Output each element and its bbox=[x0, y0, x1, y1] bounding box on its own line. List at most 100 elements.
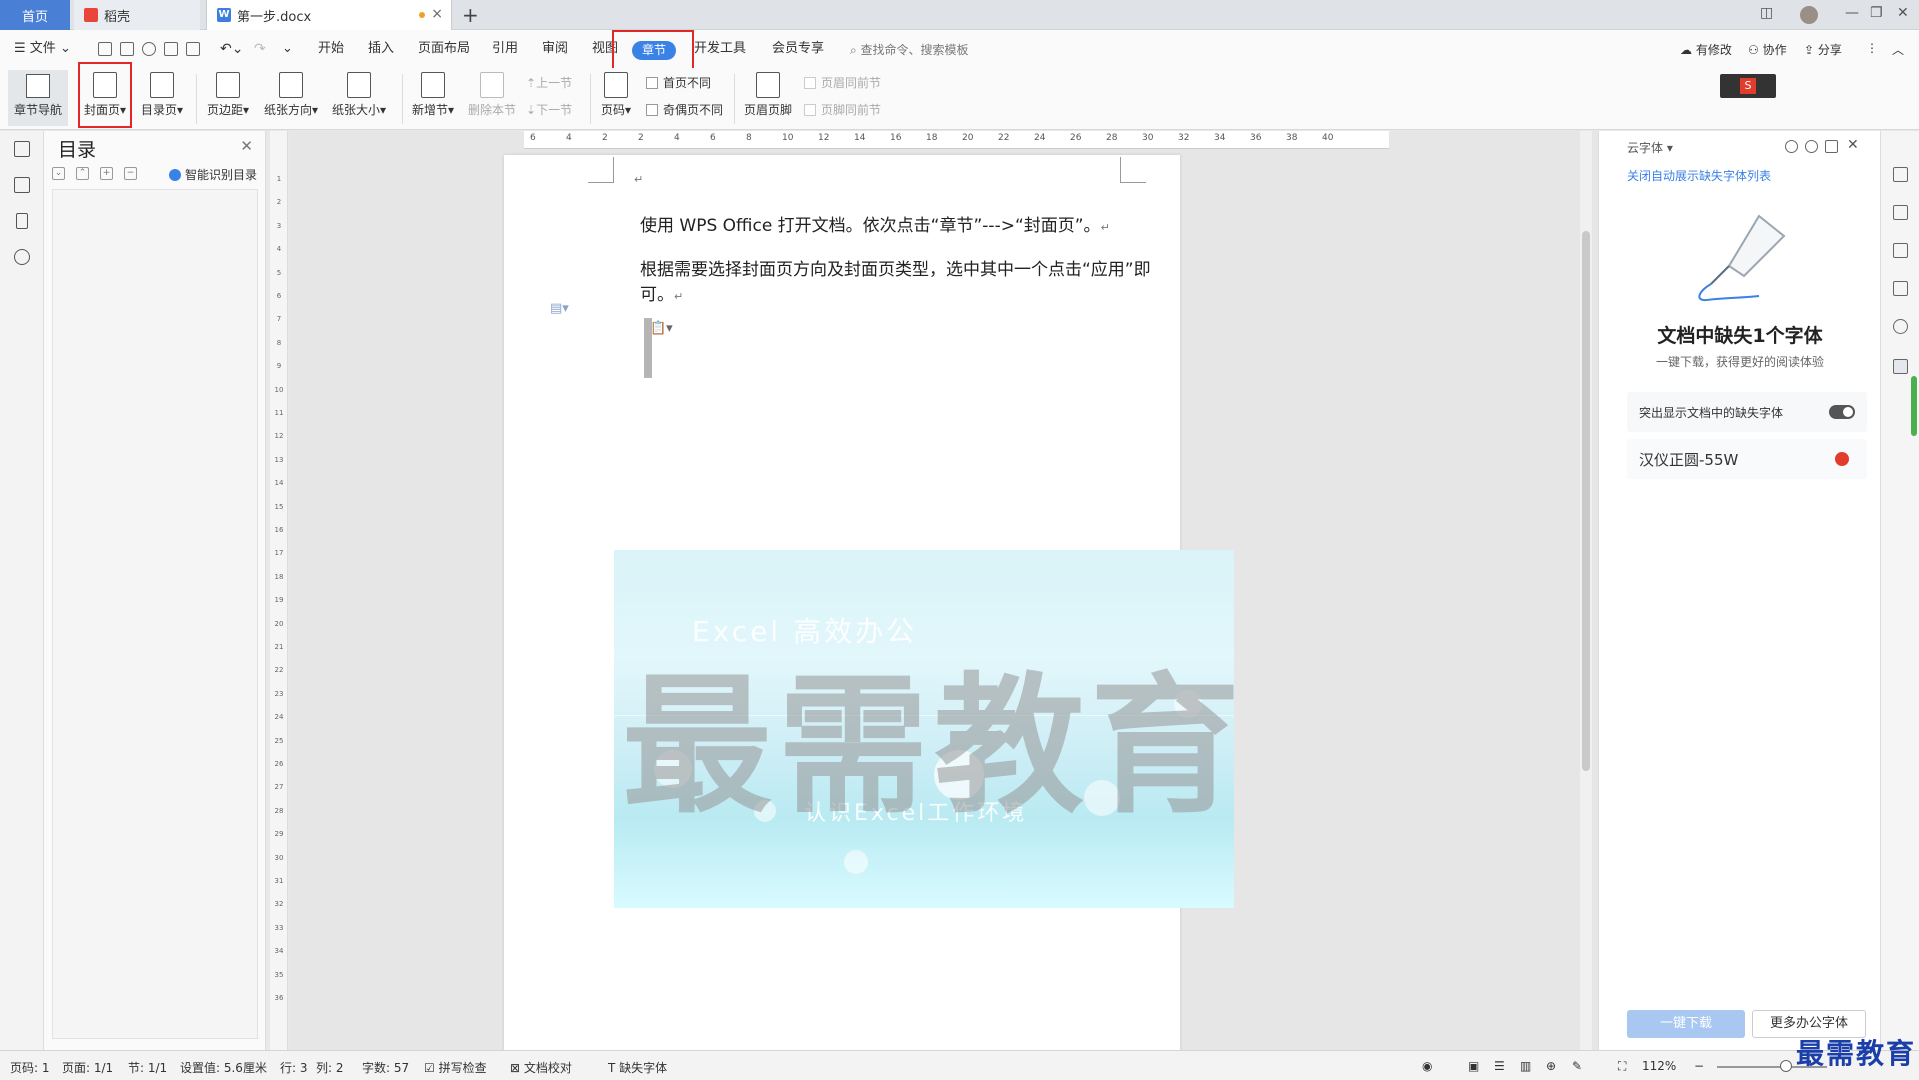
menu-start[interactable]: 开始 bbox=[318, 30, 344, 68]
new-section-button[interactable]: 新增节▾ bbox=[408, 70, 458, 118]
delete-section-button[interactable]: 删除本节 bbox=[464, 70, 520, 118]
status-row[interactable]: 行: 3 bbox=[280, 1059, 308, 1076]
gear-icon[interactable] bbox=[1805, 140, 1818, 153]
add-level-icon[interactable]: + bbox=[100, 167, 113, 180]
first-page-different-checkbox[interactable]: 首页不同 bbox=[646, 74, 711, 91]
restore-icon[interactable]: ❐ bbox=[1870, 5, 1883, 21]
avatar[interactable] bbox=[1800, 6, 1818, 24]
odd-even-different-checkbox[interactable]: 奇偶页不同 bbox=[646, 101, 723, 118]
chapter-nav-button[interactable]: 章节导航 bbox=[8, 70, 68, 126]
orientation-button[interactable]: 纸张方向▾ bbox=[260, 70, 322, 118]
zoom-level[interactable]: 112% bbox=[1642, 1059, 1676, 1073]
window-layout-icon[interactable]: ◫ bbox=[1760, 5, 1773, 21]
export-icon[interactable] bbox=[142, 42, 156, 56]
close-window-icon[interactable]: ✕ bbox=[1897, 5, 1909, 21]
menu-page-layout[interactable]: 页面布局 bbox=[418, 30, 470, 68]
pen-icon[interactable] bbox=[1893, 205, 1908, 220]
toc-panel-icon[interactable] bbox=[14, 141, 30, 157]
web-view-icon[interactable]: ⊕ bbox=[1546, 1059, 1556, 1073]
menu-insert[interactable]: 插入 bbox=[368, 30, 394, 68]
menu-references[interactable]: 引用 bbox=[492, 30, 518, 68]
font-download-icon[interactable] bbox=[1835, 452, 1849, 466]
outline-view-icon[interactable]: ☰ bbox=[1494, 1059, 1505, 1073]
download-all-button[interactable]: 一键下载 bbox=[1627, 1010, 1745, 1038]
status-col[interactable]: 列: 2 bbox=[316, 1059, 344, 1076]
chapter-panel-icon[interactable] bbox=[14, 177, 30, 193]
paper-size-button[interactable]: 纸张大小▾ bbox=[328, 70, 390, 118]
status-page-code[interactable]: 页码: 1 bbox=[10, 1059, 50, 1076]
tab-home[interactable]: 首页 bbox=[0, 0, 70, 30]
tab-daoke[interactable]: 稻壳 bbox=[74, 0, 200, 30]
document-page[interactable]: ↵ 使用 WPS Office 打开文档。依次点击“章节”--->“封面页”。↵… bbox=[504, 155, 1240, 1050]
page-number-button[interactable]: 页码▾ bbox=[596, 70, 636, 118]
expand-down-icon[interactable]: ⌄ bbox=[52, 167, 65, 180]
style-icon[interactable] bbox=[1893, 167, 1908, 182]
scrollbar-thumb[interactable] bbox=[1582, 231, 1590, 771]
collapse-ribbon-icon[interactable]: ︿ bbox=[1892, 41, 1904, 58]
remove-level-icon[interactable]: − bbox=[124, 167, 137, 180]
search-icon[interactable] bbox=[14, 249, 30, 265]
close-icon[interactable]: ✕ bbox=[240, 137, 253, 155]
paragraph-1[interactable]: 使用 WPS Office 打开文档。依次点击“章节”--->“封面页”。↵ bbox=[640, 211, 1110, 236]
print-icon[interactable] bbox=[164, 42, 178, 56]
minimize-icon[interactable]: — bbox=[1845, 5, 1859, 21]
status-pages[interactable]: 页面: 1/1 bbox=[62, 1059, 113, 1076]
menu-vip[interactable]: 会员专享 bbox=[772, 30, 824, 68]
command-search[interactable]: ⌕ 查找命令、搜索模板 bbox=[850, 41, 969, 58]
tab-document[interactable]: W 第一步.docx × bbox=[206, 0, 452, 30]
print-preview-icon[interactable] bbox=[186, 42, 200, 56]
cloud-font-title[interactable]: 云字体 ▾ bbox=[1627, 139, 1673, 156]
select-cursor-icon[interactable] bbox=[1893, 243, 1908, 258]
new-tab-icon[interactable]: + bbox=[462, 3, 479, 27]
reading-view-icon[interactable]: ▥ bbox=[1520, 1059, 1531, 1073]
input-method-icon[interactable]: S bbox=[1720, 74, 1776, 98]
page-view-icon[interactable]: ▣ bbox=[1468, 1059, 1479, 1073]
paragraph-options-icon[interactable]: ▤▾ bbox=[550, 301, 569, 316]
smart-toc-button[interactable]: 智能识别目录 bbox=[168, 166, 257, 183]
quick-access-dropdown-icon[interactable]: ⌄ bbox=[282, 30, 293, 68]
zoom-out-icon[interactable]: − bbox=[1694, 1059, 1704, 1073]
zoom-slider-knob[interactable] bbox=[1780, 1060, 1792, 1072]
paste-options-icon[interactable]: 📋▾ bbox=[650, 321, 673, 336]
share-button[interactable]: ⇪ 分享 bbox=[1804, 41, 1842, 58]
close-tab-icon[interactable]: × bbox=[431, 6, 443, 22]
header-same-as-previous-checkbox[interactable]: 页眉同前节 bbox=[804, 74, 881, 91]
vertical-scrollbar[interactable] bbox=[1580, 131, 1592, 1050]
status-section[interactable]: 节: 1/1 bbox=[128, 1059, 167, 1076]
menu-file[interactable]: ☰ 文件 ⌄ bbox=[14, 30, 71, 68]
close-icon[interactable]: ✕ bbox=[1847, 137, 1859, 153]
highlight-missing-toggle[interactable] bbox=[1829, 405, 1855, 419]
writing-mode-icon[interactable]: ✎ bbox=[1572, 1059, 1582, 1073]
paragraph-2[interactable]: 根据需要选择封面页方向及封面页类型，选中其中一个点击“应用”即可。↵ bbox=[640, 255, 1180, 305]
chat-icon[interactable] bbox=[1785, 140, 1798, 153]
redo-icon[interactable]: ↷ bbox=[254, 30, 266, 68]
fit-page-icon[interactable]: ⛶ bbox=[1618, 1059, 1626, 1074]
missing-font-item[interactable]: 汉仪正圆-55W bbox=[1627, 439, 1867, 479]
footer-same-as-previous-checkbox[interactable]: 页脚同前节 bbox=[804, 101, 881, 118]
margin-button[interactable]: 页边距▾ bbox=[202, 70, 254, 118]
save-icon[interactable] bbox=[120, 42, 134, 56]
font-icon[interactable] bbox=[1893, 359, 1908, 374]
spell-check-button[interactable]: ☑ 拼写检查 bbox=[424, 1059, 487, 1076]
toc-page-button[interactable]: 目录页▾ bbox=[137, 70, 187, 118]
collapse-up-icon[interactable]: ⌃ bbox=[76, 167, 89, 180]
modified-button[interactable]: ☁ 有修改 bbox=[1680, 41, 1732, 58]
status-setting[interactable]: 设置值: 5.6厘米 bbox=[180, 1059, 267, 1076]
more-icon[interactable]: ⋮ bbox=[1866, 41, 1878, 55]
header-footer-button[interactable]: 页眉页脚 bbox=[740, 70, 796, 118]
close-auto-show-link[interactable]: 关闭自动展示缺失字体列表 bbox=[1627, 167, 1771, 184]
eye-protection-icon[interactable]: ◉ bbox=[1422, 1059, 1432, 1073]
missing-font-button[interactable]: T 缺失字体 bbox=[608, 1059, 667, 1076]
undo-icon[interactable]: ↶⌄ bbox=[220, 30, 243, 68]
help-icon[interactable] bbox=[1893, 319, 1908, 334]
bookmark-icon[interactable] bbox=[16, 213, 28, 229]
collab-button[interactable]: ⚇ 协作 bbox=[1748, 41, 1787, 58]
new-doc-icon[interactable] bbox=[98, 42, 112, 56]
settings-sliders-icon[interactable] bbox=[1893, 281, 1908, 296]
status-words[interactable]: 字数: 57 bbox=[362, 1059, 409, 1076]
next-section-button[interactable]: ⇣ 下一节 bbox=[526, 101, 572, 118]
menu-developer[interactable]: 开发工具 bbox=[694, 30, 746, 68]
prev-section-button[interactable]: ⇡ 上一节 bbox=[526, 74, 572, 91]
menu-review[interactable]: 审阅 bbox=[542, 30, 568, 68]
pin-icon[interactable] bbox=[1825, 140, 1838, 153]
